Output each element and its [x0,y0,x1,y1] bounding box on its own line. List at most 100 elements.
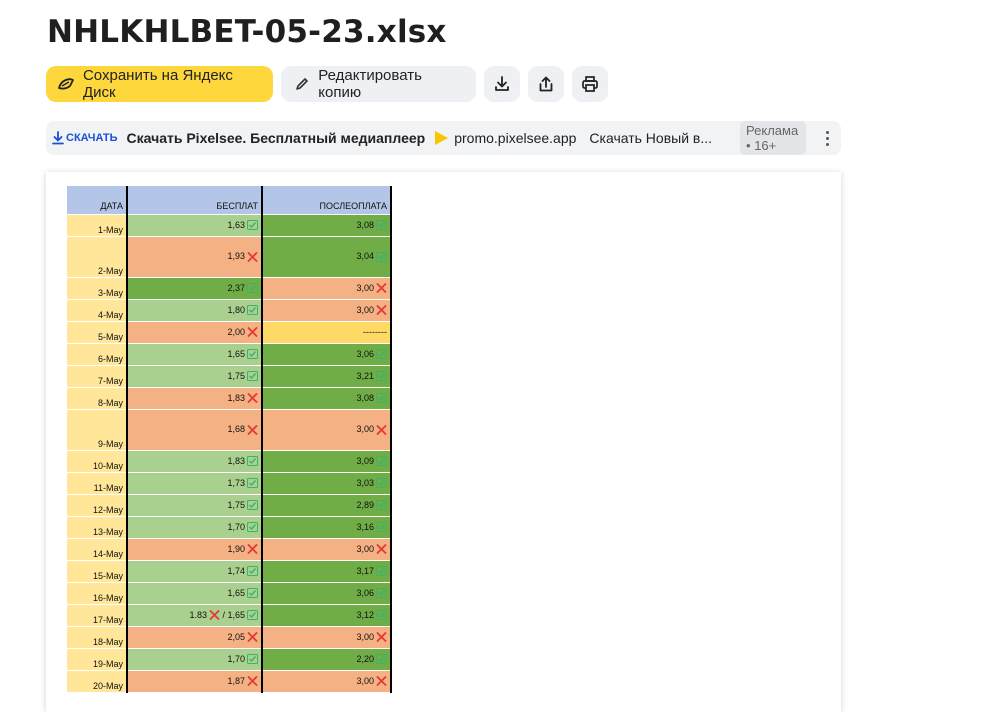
date-cell[interactable]: 6-May [67,343,127,366]
date-cell[interactable]: 7-May [67,365,127,388]
col-a-cell[interactable]: 1,87 [126,670,263,693]
date-cell[interactable]: 19-May [67,648,127,671]
col-a-cell[interactable]: 1,65 [126,582,263,605]
col-b-cell[interactable]: 3,09 [262,450,392,473]
spreadsheet-viewer[interactable]: ДАТА БЕСПЛАТ ПОСЛЕОПЛАТА 1-May 1,63 3,08 2-… [46,172,841,712]
col-a-cell[interactable]: 1,63 [126,214,263,237]
ad-banner[interactable]: СКАЧАТЬ Скачать Pixelsee. Бесплатный мед… [46,121,841,155]
check-icon [376,500,387,511]
edit-copy-button[interactable]: Редактировать копию [281,66,476,102]
col-b-cell[interactable]: -------- [262,321,392,344]
col-a-cell[interactable]: 2,05 [126,626,263,649]
date-cell[interactable]: 11-May [67,472,127,495]
col-a-cell[interactable]: 1,90 [126,538,263,561]
cross-icon [376,424,387,435]
table-row: 18-May 2,05 3,00 [67,626,392,649]
col-b-cell[interactable]: 3,00 [262,670,392,693]
spreadsheet-table: ДАТА БЕСПЛАТ ПОСЛЕОПЛАТА 1-May 1,63 3,08 2-… [67,186,392,693]
date-cell[interactable]: 17-May [67,604,127,627]
date-cell[interactable]: 8-May [67,387,127,410]
cell-extra-value: / 1,65 [219,609,245,620]
col-b-cell[interactable]: 3,06 [262,343,392,366]
ad-download-label: СКАЧАТЬ [66,132,118,144]
col-a-cell[interactable]: 1,80 [126,299,263,322]
save-to-disk-button[interactable]: Сохранить на Яндекс Диск [46,66,273,102]
date-cell[interactable]: 14-May [67,538,127,561]
col-b-cell[interactable]: 3,00 [262,626,392,649]
header-date: ДАТА [67,186,127,215]
col-b-cell[interactable]: 3,08 [262,214,392,237]
col-b-cell[interactable]: 3,16 [262,516,392,539]
check-icon [247,588,258,599]
col-a-cell[interactable]: 1.83 / 1,65 [126,604,263,627]
ad-title[interactable]: Скачать Pixelsee. Бесплатный медиаплеер [127,130,426,146]
cell-value: 1,75 [227,499,245,510]
col-a-cell[interactable]: 2,00 [126,321,263,344]
date-cell[interactable]: 10-May [67,450,127,473]
col-b-cell[interactable]: 3,00 [262,538,392,561]
cell-value: 3,00 [356,424,374,435]
date-cell[interactable]: 3-May [67,277,127,300]
col-b-cell[interactable]: 3,21 [262,365,392,388]
date-cell[interactable]: 5-May [67,321,127,344]
table-row: 8-May 1,83 3,08 [67,387,392,410]
ad-download-link[interactable]: СКАЧАТЬ [52,131,118,145]
cross-icon [247,424,258,435]
cell-value: 3,04 [356,251,374,262]
col-b-cell[interactable]: 2,89 [262,494,392,517]
date-cell[interactable]: 12-May [67,494,127,517]
col-a-cell[interactable]: 1,75 [126,494,263,517]
col-a-cell[interactable]: 1,83 [126,450,263,473]
col-b-cell[interactable]: 2,20 [262,648,392,671]
table-row: 13-May 1,70 3,16 [67,516,392,539]
download-button[interactable] [484,66,520,102]
col-b-cell[interactable]: 3,00 [262,299,392,322]
header-row: ДАТА БЕСПЛАТ ПОСЛЕОПЛАТА [67,186,392,215]
col-b-cell[interactable]: 3,06 [262,582,392,605]
share-button[interactable] [528,66,564,102]
cell-value: 1,73 [227,477,245,488]
ad-description[interactable]: Скачать Новый в... [589,130,712,146]
date-cell[interactable]: 15-May [67,560,127,583]
cell-value: 3,00 [356,675,374,686]
date-cell[interactable]: 13-May [67,516,127,539]
table-row: 11-May 1,73 3,03 [67,472,392,495]
col-a-cell[interactable]: 1,70 [126,516,263,539]
col-a-cell[interactable]: 1,73 [126,472,263,495]
ad-domain[interactable]: promo.pixelsee.app [454,130,576,146]
col-a-cell[interactable]: 1,68 [126,409,263,451]
cell-value: 3,06 [356,348,374,359]
col-a-cell[interactable]: 1,74 [126,560,263,583]
col-b-cell[interactable]: 3,00 [262,277,392,300]
col-b-cell[interactable]: 3,00 [262,409,392,451]
more-options-icon[interactable] [826,130,829,146]
cell-value: 2,20 [356,653,374,664]
date-cell[interactable]: 2-May [67,236,127,278]
cell-value: 3,00 [356,304,374,315]
date-cell[interactable]: 18-May [67,626,127,649]
date-cell[interactable]: 9-May [67,409,127,451]
date-cell[interactable]: 16-May [67,582,127,605]
col-a-cell[interactable]: 1,65 [126,343,263,366]
col-b-cell[interactable]: 3,12 [262,604,392,627]
cell-value: 1,75 [227,370,245,381]
date-cell[interactable]: 1-May [67,214,127,237]
table-row: 7-May 1,75 3,21 [67,365,392,388]
col-b-cell[interactable]: 3,08 [262,387,392,410]
cell-value: 2,05 [227,631,245,642]
col-a-cell[interactable]: 1,93 [126,236,263,278]
table-row: 15-May 1,74 3,17 [67,560,392,583]
date-cell[interactable]: 20-May [67,670,127,693]
col-a-cell[interactable]: 1,70 [126,648,263,671]
col-b-cell[interactable]: 3,04 [262,236,392,278]
col-a-cell[interactable]: 1,83 [126,387,263,410]
col-a-cell[interactable]: 1,75 [126,365,263,388]
col-b-cell[interactable]: 3,03 [262,472,392,495]
toolbar: Сохранить на Яндекс Диск Редактировать к… [46,66,608,102]
date-cell[interactable]: 4-May [67,299,127,322]
print-button[interactable] [572,66,608,102]
col-a-cell[interactable]: 2,37 [126,277,263,300]
col-b-cell[interactable]: 3,17 [262,560,392,583]
cell-value: 1,70 [227,653,245,664]
table-row: 16-May 1,65 3,06 [67,582,392,605]
